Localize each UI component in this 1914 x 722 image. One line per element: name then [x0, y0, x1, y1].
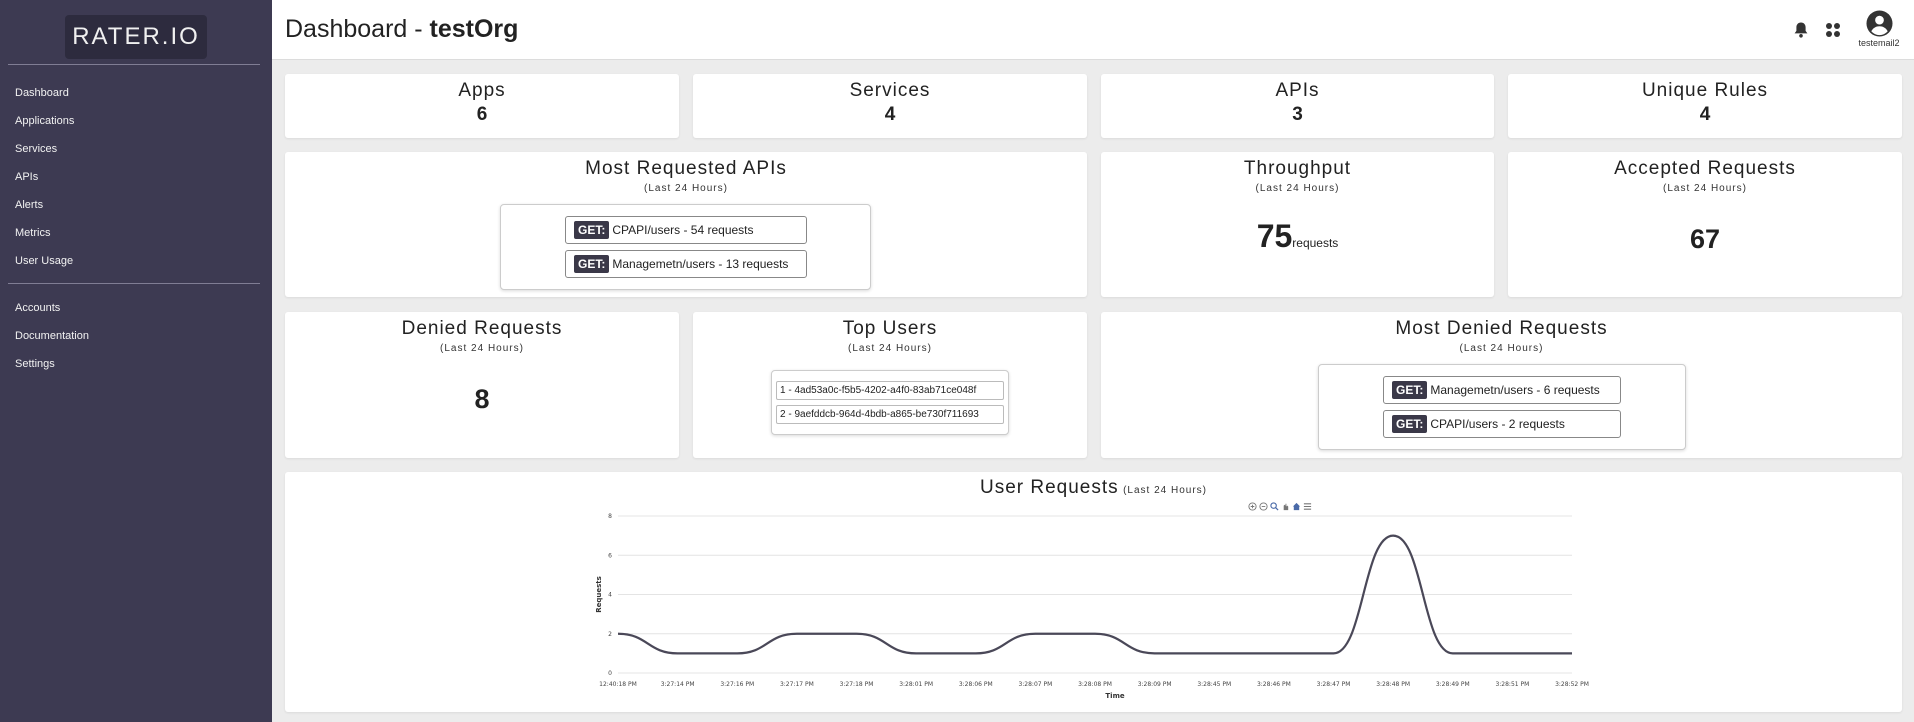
x-axis-title: Time	[1105, 692, 1124, 700]
y-tick-label: 4	[608, 592, 612, 599]
x-tick-label: 3:28:47 PM	[1317, 681, 1351, 688]
x-tick-label: 3:28:49 PM	[1436, 681, 1470, 688]
y-axis-title: Requests	[595, 576, 603, 613]
x-tick-label: 3:27:18 PM	[840, 681, 874, 688]
x-tick-label: 3:27:16 PM	[720, 681, 754, 688]
x-tick-label: 3:28:07 PM	[1018, 681, 1052, 688]
x-tick-label: 3:27:17 PM	[780, 681, 814, 688]
x-tick-label: 3:27:14 PM	[661, 681, 695, 688]
zoom-out-icon[interactable]	[1259, 502, 1268, 511]
user-requests-chart: 0 2 4 6 8 12:40:18 PM 3:27:14 PM 3:27:16 PM 3:27…	[595, 513, 1589, 700]
x-tick-label: 3:28:51 PM	[1495, 681, 1529, 688]
x-tick-label: 3:28:08 PM	[1078, 681, 1112, 688]
x-tick-label: 3:28:09 PM	[1138, 681, 1172, 688]
x-tick-label: 3:28:52 PM	[1555, 681, 1589, 688]
y-tick-label: 2	[608, 631, 612, 638]
x-tick-label: 3:28:01 PM	[899, 681, 933, 688]
x-tick-label: 12:40:18 PM	[599, 681, 637, 688]
pan-icon[interactable]	[1281, 502, 1290, 511]
y-tick-label: 0	[608, 670, 612, 677]
y-tick-label: 8	[608, 513, 612, 520]
menu-icon[interactable]	[1303, 502, 1312, 511]
x-tick-label: 3:28:48 PM	[1376, 681, 1410, 688]
selection-zoom-icon[interactable]	[1270, 502, 1279, 511]
x-tick-label: 3:28:06 PM	[959, 681, 993, 688]
home-icon[interactable]	[1292, 502, 1301, 511]
zoom-in-icon[interactable]	[1248, 502, 1257, 511]
x-tick-label: 3:28:45 PM	[1197, 681, 1231, 688]
chart-toolbar	[1248, 502, 1312, 511]
y-tick-label: 6	[608, 552, 612, 559]
x-tick-label: 3:28:46 PM	[1257, 681, 1291, 688]
